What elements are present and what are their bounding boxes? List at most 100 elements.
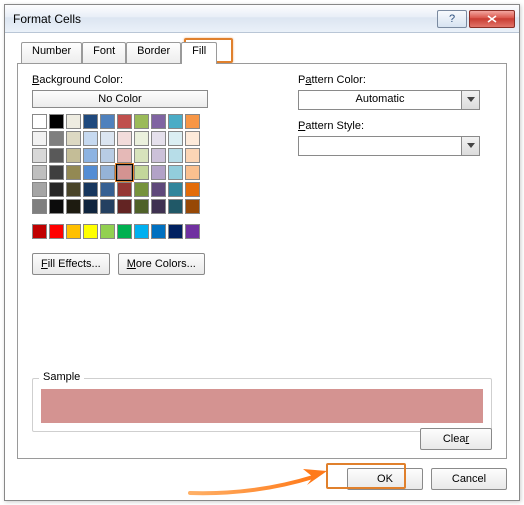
color-swatch[interactable] xyxy=(151,148,166,163)
color-swatch[interactable] xyxy=(185,148,200,163)
fill-effects-button[interactable]: Fill Effects... xyxy=(32,253,110,275)
svg-text:?: ? xyxy=(449,14,455,24)
button-label: Clear xyxy=(443,433,469,445)
color-swatch[interactable] xyxy=(151,182,166,197)
color-swatch[interactable] xyxy=(66,182,81,197)
color-swatch[interactable] xyxy=(49,114,64,129)
color-swatch[interactable] xyxy=(83,131,98,146)
pattern-style-label: Pattern Style: xyxy=(298,120,480,132)
color-swatch[interactable] xyxy=(32,131,47,146)
close-button[interactable] xyxy=(469,10,515,28)
color-swatch[interactable] xyxy=(49,182,64,197)
color-swatch[interactable] xyxy=(117,148,132,163)
color-swatch[interactable] xyxy=(32,148,47,163)
pattern-color-dropdown[interactable]: Automatic xyxy=(298,90,480,110)
color-swatch[interactable] xyxy=(83,182,98,197)
color-swatch[interactable] xyxy=(185,114,200,129)
pattern-section: Pattern Color: Automatic Pattern Style: xyxy=(298,74,480,156)
color-swatch[interactable] xyxy=(168,114,183,129)
color-swatch[interactable] xyxy=(100,182,115,197)
color-swatch[interactable] xyxy=(151,131,166,146)
color-swatch[interactable] xyxy=(49,199,64,214)
color-swatch[interactable] xyxy=(32,199,47,214)
pattern-style-dropdown[interactable] xyxy=(298,136,480,156)
color-swatch[interactable] xyxy=(117,224,132,239)
tab-label: Number xyxy=(32,45,71,57)
ok-button[interactable]: OK xyxy=(347,468,423,490)
color-swatch[interactable] xyxy=(168,182,183,197)
tab-fill[interactable]: Fill xyxy=(181,42,217,64)
color-swatch[interactable] xyxy=(168,131,183,146)
color-swatch[interactable] xyxy=(83,114,98,129)
color-swatch[interactable] xyxy=(117,199,132,214)
color-swatch[interactable] xyxy=(168,165,183,180)
clear-button[interactable]: Clear xyxy=(420,428,492,450)
color-swatch[interactable] xyxy=(134,224,149,239)
color-swatch[interactable] xyxy=(151,165,166,180)
cancel-button[interactable]: Cancel xyxy=(431,468,507,490)
color-swatch[interactable] xyxy=(100,199,115,214)
color-swatch[interactable] xyxy=(100,114,115,129)
color-swatch[interactable] xyxy=(49,148,64,163)
color-swatch[interactable] xyxy=(168,148,183,163)
color-swatch[interactable] xyxy=(32,182,47,197)
tab-border[interactable]: Border xyxy=(126,42,181,64)
color-swatch[interactable] xyxy=(117,182,132,197)
color-swatch[interactable] xyxy=(66,131,81,146)
color-swatch[interactable] xyxy=(66,114,81,129)
color-swatch[interactable] xyxy=(66,199,81,214)
color-swatch[interactable] xyxy=(117,131,132,146)
color-swatch[interactable] xyxy=(83,165,98,180)
color-swatch[interactable] xyxy=(134,182,149,197)
color-swatch[interactable] xyxy=(83,199,98,214)
color-swatch[interactable] xyxy=(32,224,47,239)
button-label: More Colors... xyxy=(127,258,196,270)
color-swatch[interactable] xyxy=(151,114,166,129)
color-swatch[interactable] xyxy=(49,165,64,180)
color-swatch[interactable] xyxy=(66,224,81,239)
color-swatch[interactable] xyxy=(185,199,200,214)
help-button[interactable]: ? xyxy=(437,10,467,28)
color-swatch[interactable] xyxy=(117,114,132,129)
color-swatch[interactable] xyxy=(185,182,200,197)
more-colors-button[interactable]: More Colors... xyxy=(118,253,205,275)
tab-label: Fill xyxy=(192,45,206,57)
color-swatch[interactable] xyxy=(49,224,64,239)
color-swatch[interactable] xyxy=(134,165,149,180)
no-color-button[interactable]: No Color xyxy=(32,90,208,108)
color-swatch[interactable] xyxy=(185,165,200,180)
color-swatch[interactable] xyxy=(32,114,47,129)
color-swatch[interactable] xyxy=(100,148,115,163)
window-title: Format Cells xyxy=(13,12,435,26)
color-swatch[interactable] xyxy=(117,165,132,180)
color-swatch[interactable] xyxy=(134,199,149,214)
color-swatch[interactable] xyxy=(66,148,81,163)
color-swatch[interactable] xyxy=(151,199,166,214)
sample-group: Sample xyxy=(32,378,492,432)
color-swatch[interactable] xyxy=(168,199,183,214)
color-swatch[interactable] xyxy=(49,131,64,146)
color-swatch[interactable] xyxy=(100,165,115,180)
color-swatch[interactable] xyxy=(83,224,98,239)
color-swatch[interactable] xyxy=(134,114,149,129)
color-swatch[interactable] xyxy=(32,165,47,180)
titlebar: Format Cells ? xyxy=(5,5,519,33)
color-swatch[interactable] xyxy=(151,224,166,239)
color-swatch[interactable] xyxy=(134,148,149,163)
tab-label: Border xyxy=(137,45,170,57)
tab-label: Font xyxy=(93,45,115,57)
color-swatch[interactable] xyxy=(134,131,149,146)
dialog-buttons: OK Cancel xyxy=(347,468,507,490)
color-swatch[interactable] xyxy=(83,148,98,163)
color-swatch[interactable] xyxy=(185,131,200,146)
color-swatch[interactable] xyxy=(66,165,81,180)
tab-font[interactable]: Font xyxy=(82,42,126,64)
color-swatch[interactable] xyxy=(168,224,183,239)
client-area: Number Font Border Fill Background Color… xyxy=(5,33,519,500)
color-swatch[interactable] xyxy=(100,131,115,146)
pattern-color-value: Automatic xyxy=(299,91,461,109)
tab-number[interactable]: Number xyxy=(21,42,82,64)
sample-label: Sample xyxy=(39,371,84,383)
color-swatch[interactable] xyxy=(185,224,200,239)
color-swatch[interactable] xyxy=(100,224,115,239)
